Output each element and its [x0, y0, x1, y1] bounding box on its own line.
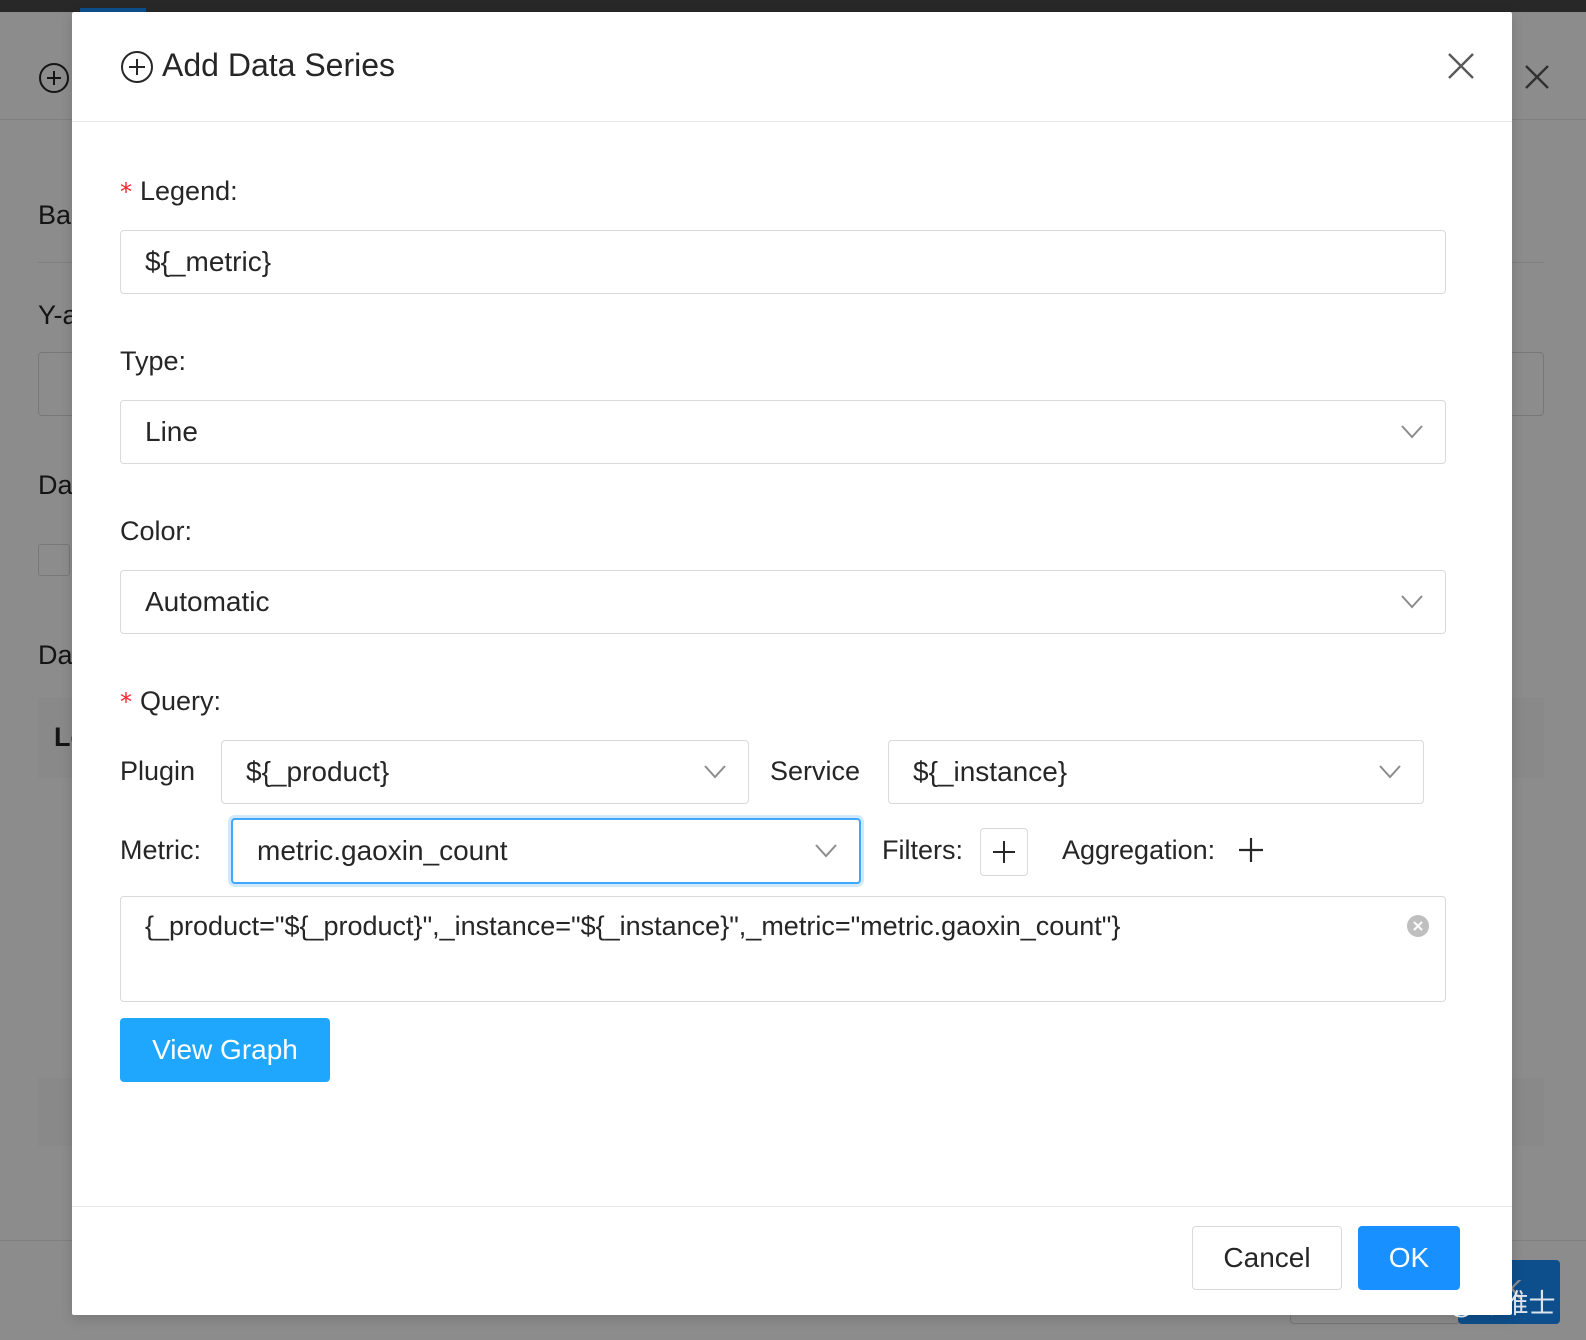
type-select[interactable]: Line: [120, 400, 1446, 464]
query-expression-text: {_product="${_product}",_instance="${_in…: [145, 911, 1121, 941]
service-select[interactable]: ${_instance}: [888, 740, 1424, 804]
plus-icon[interactable]: [1238, 837, 1264, 863]
add-filter-button[interactable]: [980, 828, 1028, 876]
plugin-select-value: ${_product}: [246, 756, 390, 787]
plugin-label: Plugin: [120, 756, 196, 786]
service-select-value: ${_instance}: [913, 756, 1068, 787]
aggregation-label: Aggregation:: [1062, 835, 1216, 865]
legend-input-value: ${_metric}: [145, 246, 272, 277]
plus-circle-icon: [121, 51, 153, 83]
modal-header: Add Data Series: [72, 12, 1512, 122]
legend-label-text: Legend:: [140, 176, 238, 206]
close-icon[interactable]: [1444, 49, 1478, 83]
legend-label: * Legend:: [120, 176, 238, 207]
query-expression-textarea[interactable]: {_product="${_product}",_instance="${_in…: [120, 896, 1446, 1002]
modal-title: Add Data Series: [162, 47, 396, 83]
chevron-down-icon: [815, 844, 837, 858]
view-graph-button[interactable]: View Graph: [120, 1018, 330, 1082]
plugin-select[interactable]: ${_product}: [221, 740, 749, 804]
chevron-down-icon: [1401, 595, 1423, 609]
filters-label: Filters:: [882, 835, 963, 865]
add-data-series-modal: Add Data Series * Legend: ${_metric} Type…: [72, 12, 1512, 1315]
watermark: CSDN @择维士: [1362, 1289, 1556, 1320]
metric-label: Metric:: [120, 835, 201, 865]
service-label: Service: [770, 756, 861, 786]
type-label: Type:: [120, 346, 187, 376]
color-select[interactable]: Automatic: [120, 570, 1446, 634]
modal-footer-divider: [72, 1206, 1512, 1207]
type-select-value: Line: [145, 416, 198, 447]
required-mark: *: [120, 178, 132, 206]
plus-icon: [993, 841, 1015, 863]
color-label: Color:: [120, 516, 193, 546]
clear-circle-icon[interactable]: [1406, 914, 1430, 938]
metric-select-value: metric.gaoxin_count: [257, 835, 508, 866]
query-label: * Query:: [120, 686, 221, 717]
metric-select[interactable]: metric.gaoxin_count: [231, 818, 861, 884]
chevron-down-icon: [704, 765, 726, 779]
ok-button[interactable]: OK: [1358, 1226, 1460, 1290]
cancel-button[interactable]: Cancel: [1192, 1226, 1342, 1290]
query-label-text: Query:: [140, 686, 222, 716]
chevron-down-icon: [1379, 765, 1401, 779]
color-select-value: Automatic: [145, 586, 270, 617]
chevron-down-icon: [1401, 425, 1423, 439]
legend-input[interactable]: ${_metric}: [120, 230, 1446, 294]
required-mark: *: [120, 688, 132, 716]
